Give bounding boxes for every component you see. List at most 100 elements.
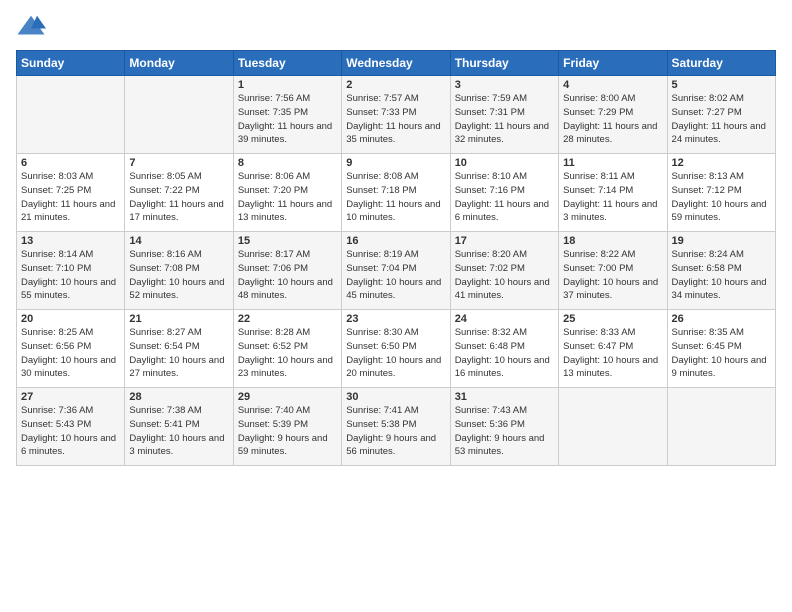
day-cell: 27Sunrise: 7:36 AM Sunset: 5:43 PM Dayli… xyxy=(17,388,125,466)
day-info: Sunrise: 8:33 AM Sunset: 6:47 PM Dayligh… xyxy=(563,326,662,381)
day-number: 1 xyxy=(238,79,337,91)
day-info: Sunrise: 8:17 AM Sunset: 7:06 PM Dayligh… xyxy=(238,248,337,303)
day-info: Sunrise: 7:36 AM Sunset: 5:43 PM Dayligh… xyxy=(21,404,120,459)
day-cell xyxy=(125,76,233,154)
day-info: Sunrise: 7:56 AM Sunset: 7:35 PM Dayligh… xyxy=(238,92,337,147)
header-cell-friday: Friday xyxy=(559,51,667,76)
day-info: Sunrise: 8:03 AM Sunset: 7:25 PM Dayligh… xyxy=(21,170,120,225)
header-cell-sunday: Sunday xyxy=(17,51,125,76)
day-number: 28 xyxy=(129,391,228,403)
day-cell: 29Sunrise: 7:40 AM Sunset: 5:39 PM Dayli… xyxy=(233,388,341,466)
day-info: Sunrise: 8:14 AM Sunset: 7:10 PM Dayligh… xyxy=(21,248,120,303)
day-number: 8 xyxy=(238,157,337,169)
day-cell: 19Sunrise: 8:24 AM Sunset: 6:58 PM Dayli… xyxy=(667,232,775,310)
header-row: SundayMondayTuesdayWednesdayThursdayFrid… xyxy=(17,51,776,76)
day-info: Sunrise: 8:05 AM Sunset: 7:22 PM Dayligh… xyxy=(129,170,228,225)
day-number: 25 xyxy=(563,313,662,325)
day-info: Sunrise: 7:38 AM Sunset: 5:41 PM Dayligh… xyxy=(129,404,228,459)
day-info: Sunrise: 8:27 AM Sunset: 6:54 PM Dayligh… xyxy=(129,326,228,381)
day-cell: 1Sunrise: 7:56 AM Sunset: 7:35 PM Daylig… xyxy=(233,76,341,154)
day-number: 14 xyxy=(129,235,228,247)
day-cell: 4Sunrise: 8:00 AM Sunset: 7:29 PM Daylig… xyxy=(559,76,667,154)
day-number: 21 xyxy=(129,313,228,325)
day-info: Sunrise: 8:08 AM Sunset: 7:18 PM Dayligh… xyxy=(346,170,445,225)
day-cell: 23Sunrise: 8:30 AM Sunset: 6:50 PM Dayli… xyxy=(342,310,450,388)
day-cell: 9Sunrise: 8:08 AM Sunset: 7:18 PM Daylig… xyxy=(342,154,450,232)
day-info: Sunrise: 7:40 AM Sunset: 5:39 PM Dayligh… xyxy=(238,404,337,459)
day-info: Sunrise: 8:22 AM Sunset: 7:00 PM Dayligh… xyxy=(563,248,662,303)
day-number: 29 xyxy=(238,391,337,403)
day-number: 26 xyxy=(672,313,771,325)
day-cell: 15Sunrise: 8:17 AM Sunset: 7:06 PM Dayli… xyxy=(233,232,341,310)
calendar-table: SundayMondayTuesdayWednesdayThursdayFrid… xyxy=(16,50,776,466)
logo-icon xyxy=(16,12,46,42)
day-cell: 13Sunrise: 8:14 AM Sunset: 7:10 PM Dayli… xyxy=(17,232,125,310)
day-cell: 2Sunrise: 7:57 AM Sunset: 7:33 PM Daylig… xyxy=(342,76,450,154)
day-info: Sunrise: 8:02 AM Sunset: 7:27 PM Dayligh… xyxy=(672,92,771,147)
week-row-1: 1Sunrise: 7:56 AM Sunset: 7:35 PM Daylig… xyxy=(17,76,776,154)
day-info: Sunrise: 8:11 AM Sunset: 7:14 PM Dayligh… xyxy=(563,170,662,225)
day-number: 6 xyxy=(21,157,120,169)
day-number: 30 xyxy=(346,391,445,403)
day-info: Sunrise: 7:59 AM Sunset: 7:31 PM Dayligh… xyxy=(455,92,554,147)
header-cell-monday: Monday xyxy=(125,51,233,76)
day-number: 2 xyxy=(346,79,445,91)
header-cell-tuesday: Tuesday xyxy=(233,51,341,76)
logo xyxy=(16,12,50,42)
day-cell: 25Sunrise: 8:33 AM Sunset: 6:47 PM Dayli… xyxy=(559,310,667,388)
day-number: 11 xyxy=(563,157,662,169)
day-cell: 17Sunrise: 8:20 AM Sunset: 7:02 PM Dayli… xyxy=(450,232,558,310)
day-info: Sunrise: 8:24 AM Sunset: 6:58 PM Dayligh… xyxy=(672,248,771,303)
day-number: 5 xyxy=(672,79,771,91)
day-info: Sunrise: 8:28 AM Sunset: 6:52 PM Dayligh… xyxy=(238,326,337,381)
day-info: Sunrise: 8:13 AM Sunset: 7:12 PM Dayligh… xyxy=(672,170,771,225)
day-cell: 3Sunrise: 7:59 AM Sunset: 7:31 PM Daylig… xyxy=(450,76,558,154)
day-info: Sunrise: 8:00 AM Sunset: 7:29 PM Dayligh… xyxy=(563,92,662,147)
day-cell: 21Sunrise: 8:27 AM Sunset: 6:54 PM Dayli… xyxy=(125,310,233,388)
header-cell-saturday: Saturday xyxy=(667,51,775,76)
day-info: Sunrise: 8:16 AM Sunset: 7:08 PM Dayligh… xyxy=(129,248,228,303)
day-info: Sunrise: 8:20 AM Sunset: 7:02 PM Dayligh… xyxy=(455,248,554,303)
page: SundayMondayTuesdayWednesdayThursdayFrid… xyxy=(0,0,792,612)
day-info: Sunrise: 7:57 AM Sunset: 7:33 PM Dayligh… xyxy=(346,92,445,147)
day-cell: 22Sunrise: 8:28 AM Sunset: 6:52 PM Dayli… xyxy=(233,310,341,388)
day-number: 16 xyxy=(346,235,445,247)
day-info: Sunrise: 8:06 AM Sunset: 7:20 PM Dayligh… xyxy=(238,170,337,225)
header-cell-thursday: Thursday xyxy=(450,51,558,76)
day-cell: 18Sunrise: 8:22 AM Sunset: 7:00 PM Dayli… xyxy=(559,232,667,310)
day-cell xyxy=(17,76,125,154)
day-cell xyxy=(559,388,667,466)
day-cell: 11Sunrise: 8:11 AM Sunset: 7:14 PM Dayli… xyxy=(559,154,667,232)
header-cell-wednesday: Wednesday xyxy=(342,51,450,76)
day-number: 13 xyxy=(21,235,120,247)
day-cell xyxy=(667,388,775,466)
day-cell: 10Sunrise: 8:10 AM Sunset: 7:16 PM Dayli… xyxy=(450,154,558,232)
day-cell: 16Sunrise: 8:19 AM Sunset: 7:04 PM Dayli… xyxy=(342,232,450,310)
day-number: 10 xyxy=(455,157,554,169)
day-cell: 26Sunrise: 8:35 AM Sunset: 6:45 PM Dayli… xyxy=(667,310,775,388)
week-row-5: 27Sunrise: 7:36 AM Sunset: 5:43 PM Dayli… xyxy=(17,388,776,466)
day-number: 7 xyxy=(129,157,228,169)
day-number: 20 xyxy=(21,313,120,325)
day-number: 17 xyxy=(455,235,554,247)
day-number: 3 xyxy=(455,79,554,91)
week-row-3: 13Sunrise: 8:14 AM Sunset: 7:10 PM Dayli… xyxy=(17,232,776,310)
day-info: Sunrise: 8:30 AM Sunset: 6:50 PM Dayligh… xyxy=(346,326,445,381)
day-number: 12 xyxy=(672,157,771,169)
day-cell: 28Sunrise: 7:38 AM Sunset: 5:41 PM Dayli… xyxy=(125,388,233,466)
day-number: 9 xyxy=(346,157,445,169)
day-number: 24 xyxy=(455,313,554,325)
day-cell: 7Sunrise: 8:05 AM Sunset: 7:22 PM Daylig… xyxy=(125,154,233,232)
day-info: Sunrise: 7:41 AM Sunset: 5:38 PM Dayligh… xyxy=(346,404,445,459)
day-cell: 31Sunrise: 7:43 AM Sunset: 5:36 PM Dayli… xyxy=(450,388,558,466)
day-number: 27 xyxy=(21,391,120,403)
day-info: Sunrise: 8:19 AM Sunset: 7:04 PM Dayligh… xyxy=(346,248,445,303)
day-cell: 30Sunrise: 7:41 AM Sunset: 5:38 PM Dayli… xyxy=(342,388,450,466)
day-info: Sunrise: 7:43 AM Sunset: 5:36 PM Dayligh… xyxy=(455,404,554,459)
week-row-2: 6Sunrise: 8:03 AM Sunset: 7:25 PM Daylig… xyxy=(17,154,776,232)
day-cell: 5Sunrise: 8:02 AM Sunset: 7:27 PM Daylig… xyxy=(667,76,775,154)
day-cell: 6Sunrise: 8:03 AM Sunset: 7:25 PM Daylig… xyxy=(17,154,125,232)
day-cell: 24Sunrise: 8:32 AM Sunset: 6:48 PM Dayli… xyxy=(450,310,558,388)
day-number: 22 xyxy=(238,313,337,325)
day-number: 18 xyxy=(563,235,662,247)
